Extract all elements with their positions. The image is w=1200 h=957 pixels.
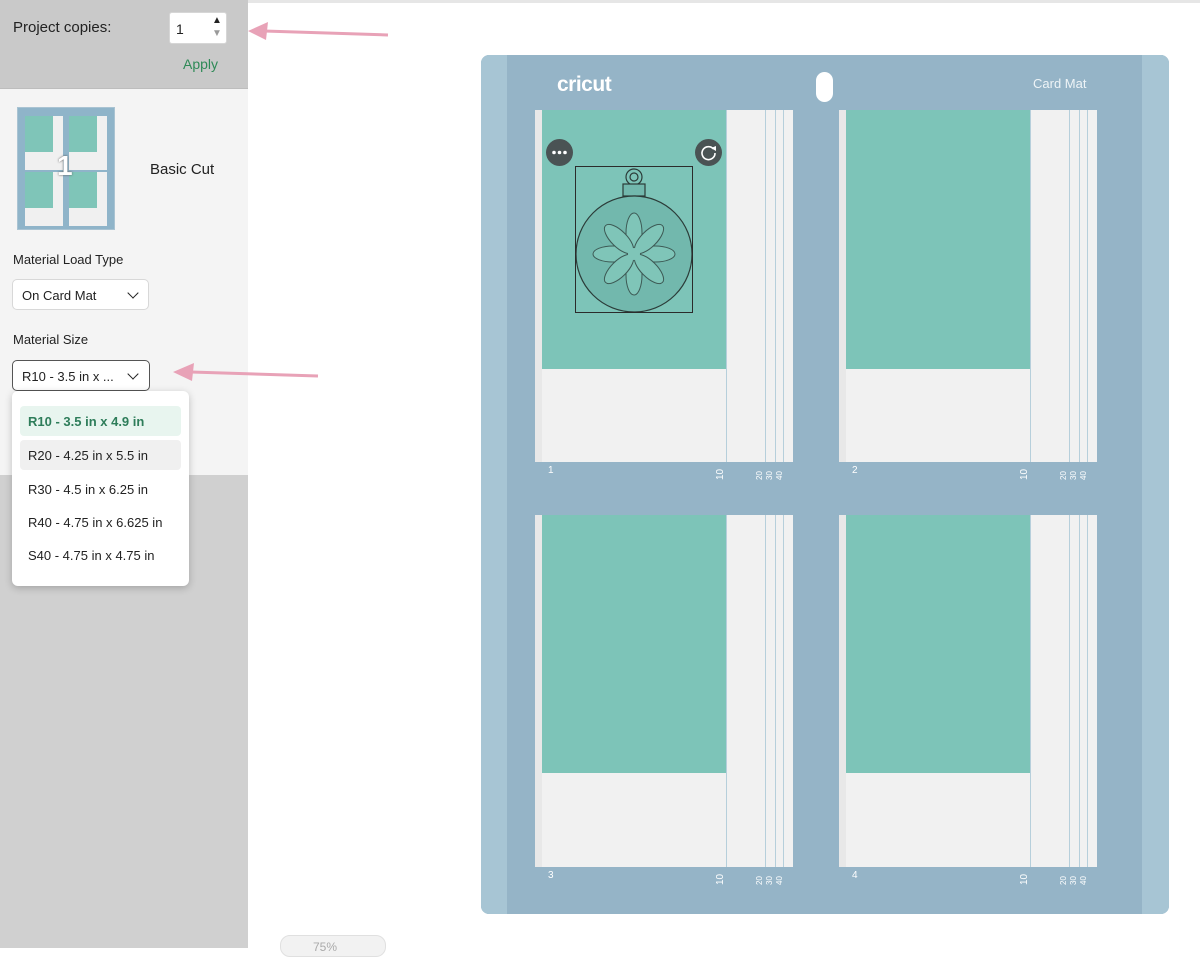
more-options-icon[interactable] (546, 139, 573, 166)
card-area-3 (542, 515, 726, 773)
ruler-label: 10 (715, 468, 726, 480)
ruler-line (1069, 110, 1070, 462)
rotate-icon[interactable] (695, 139, 722, 166)
slot-number: 2 (852, 465, 858, 476)
ornament-design-icon (575, 168, 693, 313)
ruler-small-label: 30 (1069, 471, 1078, 480)
annotation-arrow-size (173, 363, 319, 381)
ruler-line (1079, 515, 1080, 867)
material-size-label: Material Size (13, 332, 89, 347)
thumb-card-4 (69, 172, 97, 208)
size-option-r20[interactable]: R20 - 4.25 in x 5.5 in (20, 440, 181, 470)
project-copies-section: Project copies: 1 ▲ ▼ Apply (0, 0, 248, 89)
ruler-small-label: 20 (1059, 471, 1068, 480)
ruler-small-label: 20 (755, 876, 764, 885)
ruler-line (1087, 515, 1088, 867)
ruler-line (783, 515, 784, 867)
ruler-small-label: 40 (1079, 471, 1088, 480)
ruler-line (1087, 110, 1088, 462)
ornament-design-selection[interactable] (575, 166, 693, 313)
card-area-2 (846, 110, 1030, 369)
size-option-s40[interactable]: S40 - 4.75 in x 4.75 in (20, 540, 181, 570)
size-option-r10[interactable]: R10 - 3.5 in x 4.9 in (20, 406, 181, 436)
material-size-dropdown[interactable]: R10 - 3.5 in x ... (12, 360, 150, 391)
project-copies-input[interactable]: 1 ▲ ▼ (169, 12, 227, 44)
slot-edge (839, 515, 846, 867)
ruler-label: 10 (1019, 873, 1030, 885)
slot-number: 4 (852, 870, 858, 881)
slot-number: 3 (548, 870, 554, 881)
ruler-line (775, 515, 776, 867)
mat-rail-left (481, 55, 507, 914)
slot-divider (726, 515, 727, 867)
ruler-small-label: 20 (1059, 876, 1068, 885)
slot-divider (1030, 110, 1031, 462)
annotation-arrow-copies (248, 22, 389, 40)
ruler-label: 10 (715, 873, 726, 885)
slot-number: 1 (548, 465, 554, 476)
project-copies-value: 1 (176, 21, 184, 37)
ruler-line (765, 515, 766, 867)
size-option-r40[interactable]: R40 - 4.75 in x 6.625 in (20, 507, 181, 537)
slot-edge (535, 110, 542, 462)
spin-down-icon[interactable]: ▼ (212, 28, 222, 39)
ruler-line (765, 110, 766, 462)
card-area-4 (846, 515, 1030, 773)
mat-handle (816, 72, 833, 102)
ruler-small-label: 30 (765, 876, 774, 885)
thumb-card-2 (69, 116, 97, 152)
mat-title: Card Mat (1033, 76, 1087, 91)
top-divider (248, 0, 1200, 3)
ruler-line (1069, 515, 1070, 867)
thumb-copy-number: 1 (57, 150, 73, 181)
project-copies-label: Project copies: (13, 19, 112, 36)
slot-edge (839, 110, 846, 462)
material-load-type-value: On Card Mat (22, 288, 97, 303)
mat-slot-2: 2 10 20 30 40 (839, 110, 1097, 482)
ruler-small-label: 40 (1079, 876, 1088, 885)
slot-divider (1030, 515, 1031, 867)
ruler-label: 10 (1019, 468, 1030, 480)
slot-edge (535, 515, 542, 867)
mat-slot-4: 4 10 20 30 40 (839, 515, 1097, 887)
chevron-down-icon (127, 368, 139, 380)
mat-rail-right (1142, 55, 1169, 914)
mat-thumbnail[interactable]: 1 (17, 107, 115, 230)
material-size-menu: R10 - 3.5 in x 4.9 in R20 - 4.25 in x 5.… (12, 391, 189, 586)
ruler-small-label: 20 (755, 471, 764, 480)
ruler-small-label: 30 (765, 471, 774, 480)
apply-button[interactable]: Apply (183, 56, 218, 72)
material-load-type-label: Material Load Type (13, 252, 124, 267)
mat-name: Basic Cut (150, 161, 215, 178)
spin-up-icon[interactable]: ▲ (212, 15, 222, 26)
ruler-small-label: 40 (775, 471, 784, 480)
cricut-logo: cricut (557, 73, 612, 96)
zoom-level: 75% (313, 940, 338, 954)
ruler-small-label: 30 (1069, 876, 1078, 885)
ruler-small-label: 40 (775, 876, 784, 885)
thumb-card-3 (25, 172, 53, 208)
size-option-r30[interactable]: R30 - 4.5 in x 6.25 in (20, 474, 181, 504)
mat-slot-3: 3 10 20 30 40 (535, 515, 793, 887)
material-size-value: R10 - 3.5 in x ... (22, 369, 114, 384)
ruler-line (783, 110, 784, 462)
slot-divider (726, 110, 727, 462)
ruler-line (775, 110, 776, 462)
material-load-type-dropdown[interactable]: On Card Mat (12, 279, 149, 310)
ruler-line (1079, 110, 1080, 462)
zoom-control[interactable]: 75% (280, 935, 386, 957)
chevron-down-icon (127, 287, 139, 299)
thumb-card-1 (25, 116, 53, 152)
